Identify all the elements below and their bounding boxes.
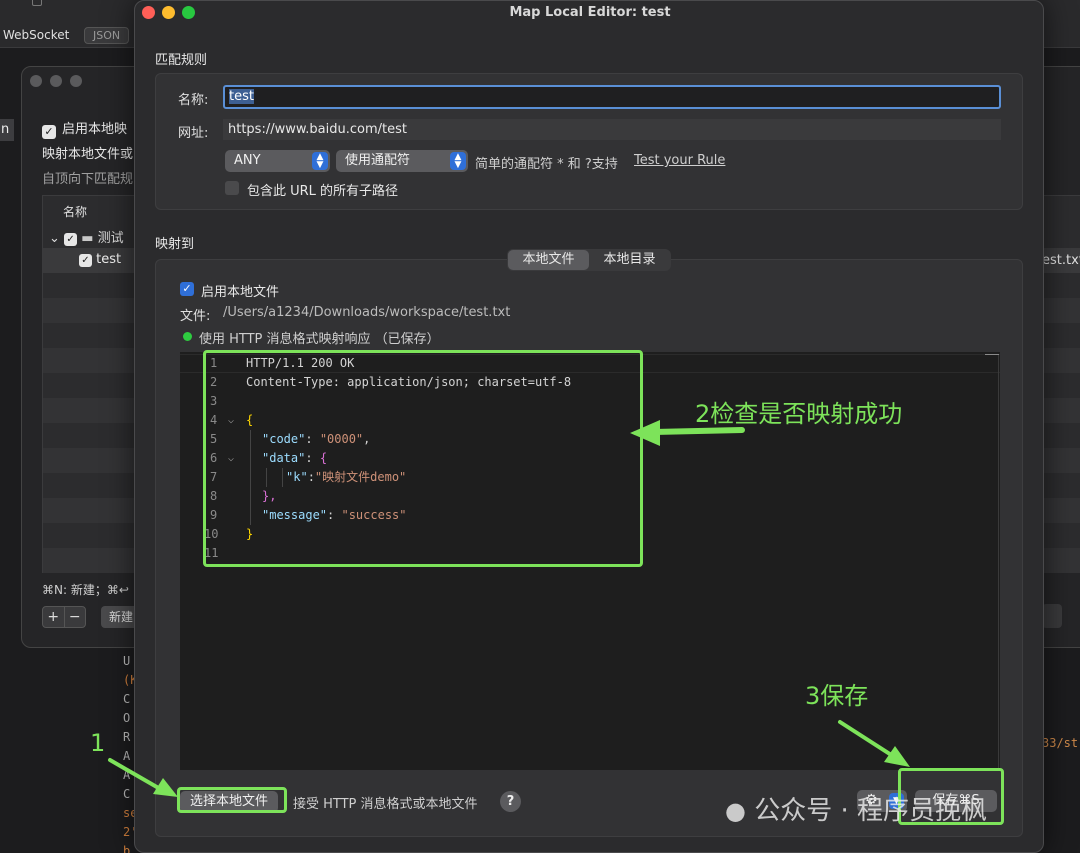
step-2-annotation: 2检查是否映射成功 (695, 400, 903, 428)
arrow-to-save (838, 720, 910, 767)
arrow-to-choose-file (108, 758, 178, 797)
watermark-text: 公众号 · 程序员挽枫 (754, 796, 988, 826)
wechat-watermark: ● 公众号 · 程序员挽枫 (725, 790, 987, 827)
wechat-icon: ● (725, 797, 746, 825)
step-1-annotation: 1 (90, 729, 106, 757)
step-3-annotation: 3保存 (805, 682, 869, 710)
annotation-arrows (108, 420, 910, 797)
